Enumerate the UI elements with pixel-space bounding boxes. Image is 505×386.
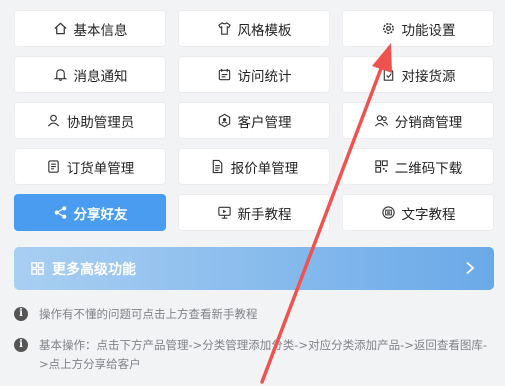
tile-source-docking[interactable]: 对接货源 xyxy=(342,56,494,93)
tile-text-tutorial[interactable]: 文字教程 xyxy=(342,194,494,231)
text-icon xyxy=(381,206,395,219)
tile-label: 对接货源 xyxy=(401,68,456,85)
share-icon xyxy=(54,206,66,219)
note-text: 操作有不懂的问题可点击上方查看新手教程 xyxy=(39,307,258,321)
tile-beginner-tutorial[interactable]: 新手教程 xyxy=(178,194,330,231)
tile-label: 分销商管理 xyxy=(394,114,463,131)
list-icon xyxy=(48,160,59,173)
tile-label: 基本信息 xyxy=(73,22,128,39)
shirt-icon xyxy=(217,22,231,35)
tile-notifications[interactable]: 消息通知 xyxy=(14,56,166,93)
tile-quotation-management[interactable]: 报价单管理 xyxy=(178,148,330,185)
badge-icon xyxy=(218,113,230,128)
tile-label: 客户管理 xyxy=(237,114,292,131)
users-icon xyxy=(374,115,388,127)
tile-order-management[interactable]: 订货单管理 xyxy=(14,148,166,185)
tile-label: 协助管理员 xyxy=(66,114,135,131)
tile-style-template[interactable]: 风格模板 xyxy=(178,10,330,47)
feature-grid: 基本信息 风格模板 功能设置 消息通知 访问统计 对接货源 协助管理员 客户管理… xyxy=(14,10,494,231)
bell-icon xyxy=(52,69,68,81)
monitor-icon xyxy=(217,206,231,219)
help-note: i 操作有不懂的问题可点击上方查看新手教程 xyxy=(14,305,492,324)
tile-label: 订货单管理 xyxy=(66,160,135,177)
note-text: 基本操作：点击下方产品管理->分类管理添加分类->对应分类添加产品->返回查看图… xyxy=(39,338,488,371)
info-icon: i xyxy=(14,338,28,352)
tile-share-friends[interactable]: 分享好友 xyxy=(14,194,166,231)
tile-visit-stats[interactable]: 访问统计 xyxy=(178,56,330,93)
user-icon xyxy=(47,114,59,127)
info-icon: i xyxy=(14,307,28,321)
tile-distributor-management[interactable]: 分销商管理 xyxy=(342,102,494,139)
tile-function-settings[interactable]: 功能设置 xyxy=(342,10,494,47)
tile-basic-info[interactable]: 基本信息 xyxy=(14,10,166,47)
calendar-icon xyxy=(218,68,230,81)
basic-operation-note: i 基本操作：点击下方产品管理->分类管理添加分类->对应分类添加产品->返回查… xyxy=(14,336,492,374)
document-icon xyxy=(383,68,393,81)
tile-label: 二维码下载 xyxy=(394,160,463,177)
tile-customer-management[interactable]: 客户管理 xyxy=(178,102,330,139)
qrcode-icon xyxy=(375,160,388,173)
tile-label: 功能设置 xyxy=(401,22,456,39)
tile-qrcode-download[interactable]: 二维码下载 xyxy=(342,148,494,185)
gear-icon xyxy=(382,23,394,34)
tile-label: 消息通知 xyxy=(73,68,128,85)
tile-label: 新手教程 xyxy=(237,206,292,223)
file-icon xyxy=(212,159,223,174)
tile-label: 风格模板 xyxy=(237,22,292,39)
tile-label: 报价单管理 xyxy=(230,160,299,177)
tile-assistant-admin[interactable]: 协助管理员 xyxy=(14,102,166,139)
banner-label: 更多高级功能 xyxy=(52,261,136,278)
tile-label: 访问统计 xyxy=(237,68,292,85)
tile-label: 分享好友 xyxy=(73,206,128,223)
tile-label: 文字教程 xyxy=(401,206,456,223)
apps-icon xyxy=(31,262,44,275)
home-icon xyxy=(53,22,67,35)
chevron-right-icon xyxy=(466,261,475,275)
more-advanced-features-banner[interactable]: 更多高级功能 xyxy=(14,247,494,290)
